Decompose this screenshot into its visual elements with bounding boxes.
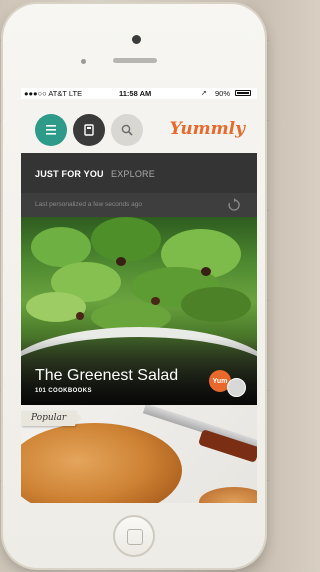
status-time: 11:58 AM [119,89,152,98]
phone-screen: ●●●○○ AT&T LTE 11:58 AM ➚ 90% Yummly JUS… [21,88,257,503]
recipe-source: 101 COOKBOOKS [35,388,92,394]
tab-explore[interactable]: EXPLORE [111,169,155,179]
feed-status-bar: Last personalized a few seconds ago [21,193,257,217]
carrier-signal: ●●●○○ AT&T LTE [24,89,83,98]
tab-just-for-you[interactable]: JUST FOR YOU [35,169,104,179]
earpiece-speaker [113,58,157,63]
featured-recipe-card[interactable]: The Greenest Salad 101 COOKBOOKS Yum [21,217,257,405]
recipe-title: The Greenest Salad [35,367,179,384]
bookmark-icon [84,124,94,136]
search-button[interactable] [111,114,143,146]
front-camera [132,35,141,44]
location-icon: ➚ [201,90,207,97]
menu-button[interactable] [35,114,67,146]
status-bar: ●●●○○ AT&T LTE 11:58 AM ➚ 90% [21,88,257,99]
menu-icon [46,125,56,135]
popular-ribbon: Popular [21,411,82,426]
feed-status-text: Last personalized a few seconds ago [35,201,142,208]
home-button[interactable] [113,515,155,557]
yummly-logo: Yummly [169,119,245,139]
app-header: Yummly [21,99,257,153]
phone-body: ●●●○○ AT&T LTE 11:58 AM ➚ 90% Yummly JUS… [3,4,265,568]
saved-button[interactable] [73,114,105,146]
home-square-icon [127,529,143,545]
refresh-icon[interactable] [227,198,241,212]
search-icon [121,124,133,136]
proximity-sensor [81,59,86,64]
yum-count-badge [227,378,246,397]
popular-recipe-card[interactable]: Popular [21,405,257,503]
battery-percent: 90% [215,89,231,98]
battery-icon [235,90,251,96]
tab-bar: JUST FOR YOU EXPLORE [21,153,257,193]
